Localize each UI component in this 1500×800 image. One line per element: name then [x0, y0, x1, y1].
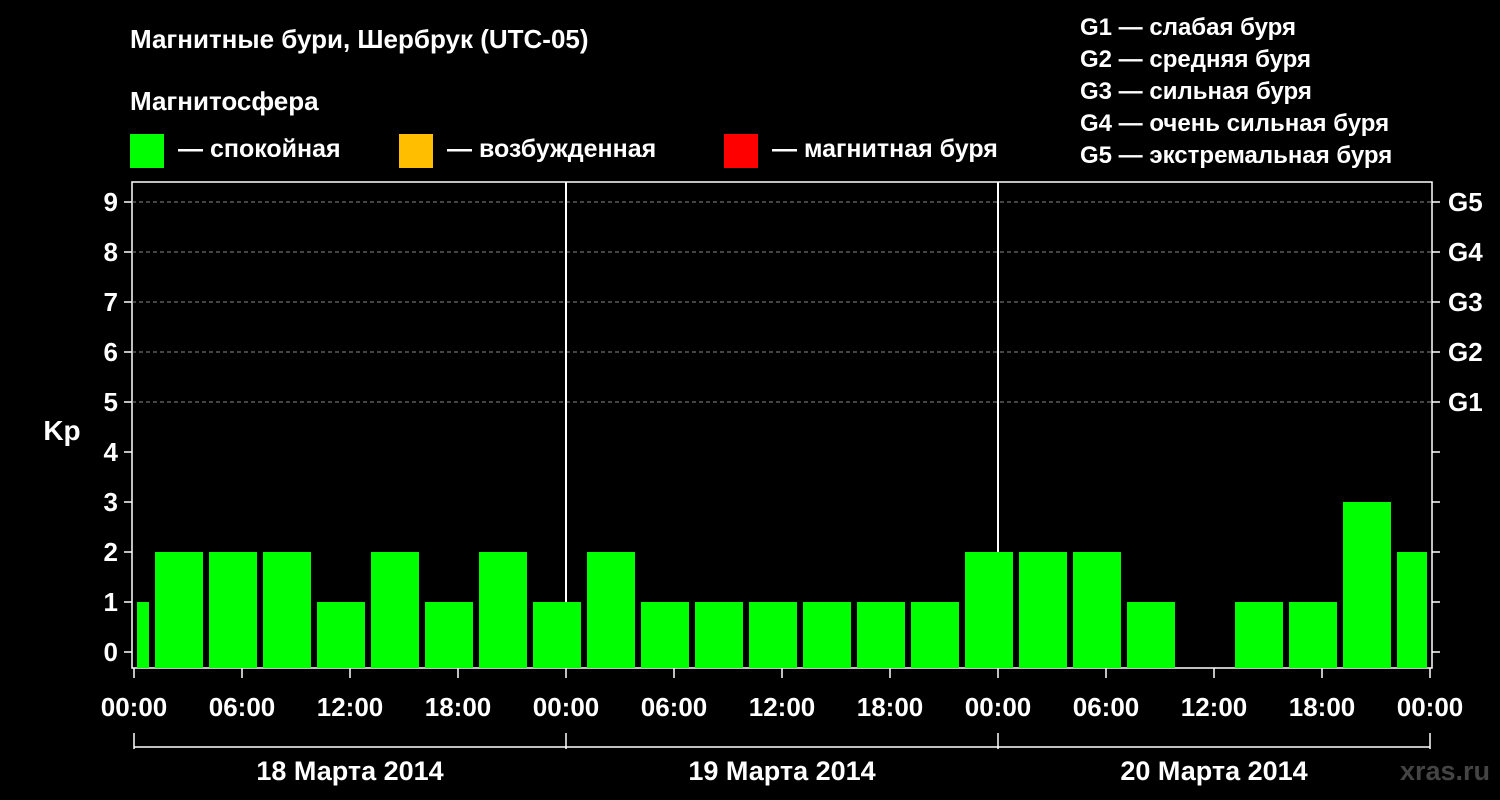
kp-bar — [803, 602, 851, 668]
kp-bar — [425, 602, 473, 668]
kp-bar — [1235, 602, 1283, 668]
g-level-label: G5 — [1448, 187, 1483, 217]
watermark: xras.ru — [1399, 756, 1490, 786]
day-label: 19 Марта 2014 — [688, 756, 875, 786]
kp-bar — [965, 552, 1013, 668]
x-tick-label: 12:00 — [1181, 692, 1248, 722]
x-tick-label: 06:00 — [209, 692, 276, 722]
x-tick-label: 12:00 — [749, 692, 816, 722]
g-level-label: G2 — [1448, 337, 1483, 367]
y-tick-label: 4 — [104, 437, 119, 467]
g-level-label: G4 — [1448, 237, 1483, 267]
x-tick-label: 00:00 — [1397, 692, 1464, 722]
y-tick-label: 8 — [104, 237, 118, 267]
g-level-label: G1 — [1448, 387, 1483, 417]
kp-bar — [371, 552, 419, 668]
y-tick-label: 1 — [104, 587, 118, 617]
x-tick-label: 18:00 — [425, 692, 492, 722]
kp-bar — [479, 552, 527, 668]
kp-bar — [209, 552, 257, 668]
kp-bar — [1343, 502, 1391, 668]
kp-bar — [317, 602, 365, 668]
plot-frame — [131, 181, 1433, 669]
kp-bar — [749, 602, 797, 668]
x-tick-label: 06:00 — [1073, 692, 1140, 722]
g-level-label: G3 — [1448, 287, 1483, 317]
kp-bar — [1073, 552, 1121, 668]
y-axis-label: Kp — [43, 415, 80, 446]
kp-bar — [1397, 552, 1427, 668]
day-label: 20 Марта 2014 — [1120, 756, 1307, 786]
x-tick-label: 00:00 — [101, 692, 168, 722]
y-tick-label: 7 — [104, 287, 118, 317]
kp-bar — [137, 602, 149, 668]
kp-bar — [641, 602, 689, 668]
x-tick-label: 06:00 — [641, 692, 708, 722]
kp-bar — [1289, 602, 1337, 668]
x-tick-label: 00:00 — [965, 692, 1032, 722]
kp-bar — [587, 552, 635, 668]
x-tick-label: 18:00 — [1289, 692, 1356, 722]
kp-bar — [533, 602, 581, 668]
kp-chart: 0 1 2 3 4 5 6 7 8 9 G1 G2 G3 G4 G5 Kp 00:00 06:00 12:00 18:… — [43, 181, 1483, 786]
y-tick-label: 3 — [104, 487, 118, 517]
y-tick-label: 6 — [104, 337, 118, 367]
y-tick-label: 5 — [104, 387, 118, 417]
kp-bar — [263, 552, 311, 668]
x-tick-label: 18:00 — [857, 692, 924, 722]
x-tick-label: 00:00 — [533, 692, 600, 722]
kp-bar — [1019, 552, 1067, 668]
kp-bar — [155, 552, 203, 668]
kp-bar — [911, 602, 959, 668]
kp-bar — [1127, 602, 1175, 668]
y-tick-label: 2 — [104, 537, 118, 567]
x-tick-label: 12:00 — [317, 692, 384, 722]
kp-bar — [857, 602, 905, 668]
day-label: 18 Марта 2014 — [256, 756, 443, 786]
y-tick-label: 0 — [104, 637, 118, 667]
kp-bar — [695, 602, 743, 668]
y-tick-label: 9 — [104, 187, 118, 217]
